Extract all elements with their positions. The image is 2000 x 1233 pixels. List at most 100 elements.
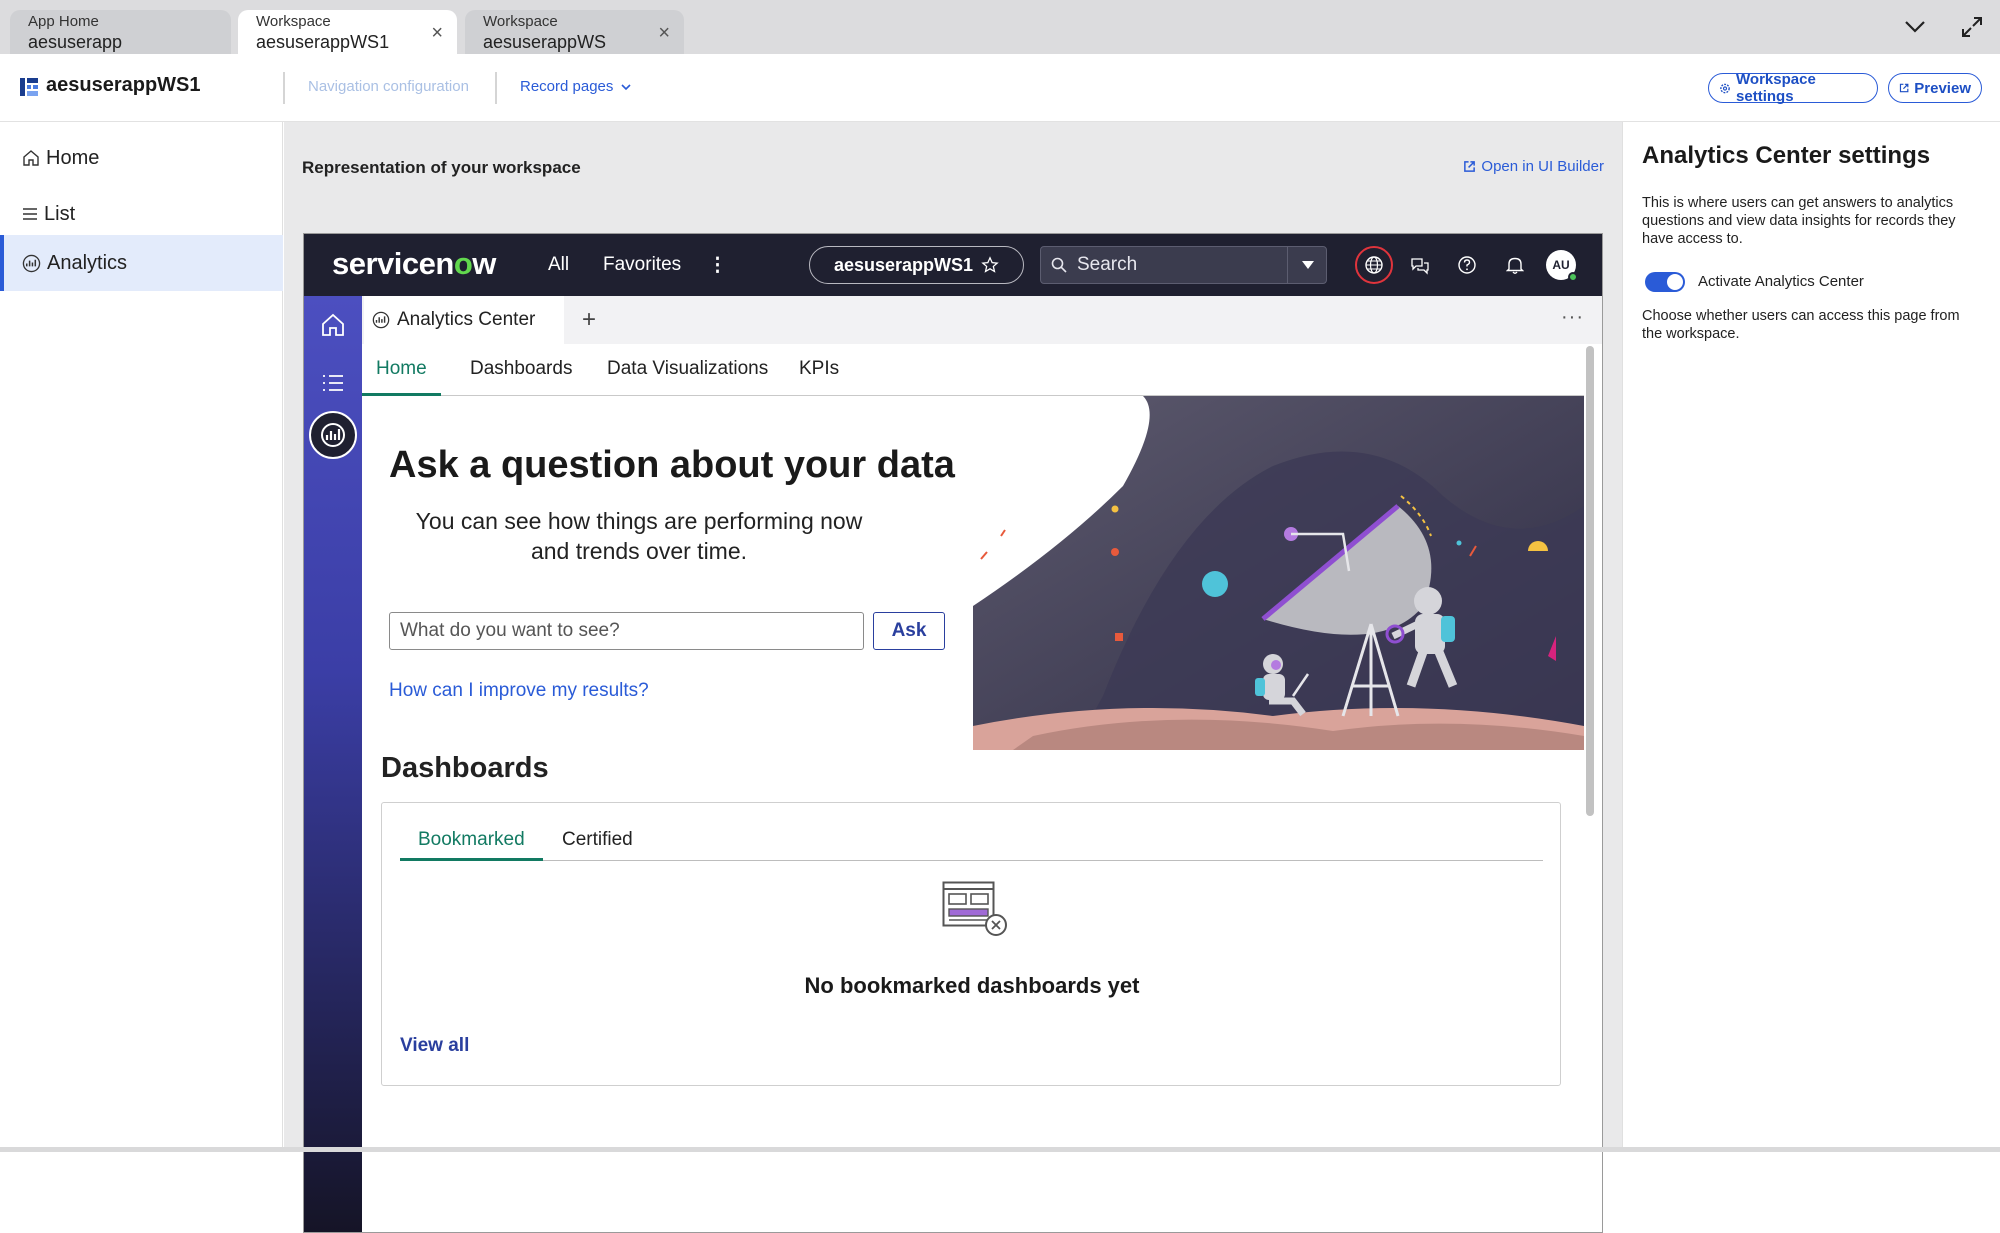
toggle-label: Activate Analytics Center xyxy=(1698,273,1864,290)
workspace-settings-button[interactable]: Workspace settings xyxy=(1708,71,1878,105)
avatar-initials: AU xyxy=(1552,258,1570,272)
record-pages-dropdown[interactable]: Record pages xyxy=(520,78,631,95)
settings-panel: Analytics Center settings This is where … xyxy=(1622,122,2000,1152)
open-in-ui-builder-link[interactable]: Open in UI Builder xyxy=(1463,158,1604,175)
tab-app-home[interactable]: App Home aesuserapp xyxy=(10,10,231,54)
dashboard-tabs: Bookmarked Certified xyxy=(400,803,1543,861)
toggle-help-text: Choose whether users can access this pag… xyxy=(1642,308,1960,342)
astronaut-telescope-illustration xyxy=(973,396,1584,750)
tab-analytics-center[interactable]: Analytics Center xyxy=(364,296,564,344)
record-pages-label: Record pages xyxy=(520,78,614,95)
analytics-subtabs: Home Dashboards Data Visualizations KPIs xyxy=(362,344,1584,396)
favorites-menu[interactable]: Favorites xyxy=(603,254,681,276)
sidebar-item-label: Analytics xyxy=(47,251,128,274)
external-link-icon xyxy=(1899,83,1909,93)
analytics-icon[interactable] xyxy=(309,411,357,459)
tab-workspace-ws[interactable]: Workspace aesuserappWS × xyxy=(465,10,684,54)
caret-down-icon xyxy=(1301,261,1314,269)
sidebar-item-analytics[interactable]: Analytics xyxy=(0,235,283,291)
avatar[interactable]: AU xyxy=(1546,250,1578,282)
tab-data-visualizations[interactable]: Data Visualizations xyxy=(607,358,768,396)
settings-description: This is where users can get answers to a… xyxy=(1642,195,1956,247)
workspace-representation-area: Representation of your workspace Open in… xyxy=(284,122,1622,1233)
app-header: aesuserappWS1 Navigation configuration R… xyxy=(0,54,2000,122)
tab-home[interactable]: Home xyxy=(362,358,441,396)
improve-results-link[interactable]: How can I improve my results? xyxy=(389,680,649,702)
tab-kpis[interactable]: KPIs xyxy=(799,358,839,396)
tab-more-icon[interactable]: ··· xyxy=(1561,306,1584,329)
left-navigation: Home List Analytics xyxy=(0,122,283,1152)
inner-tab-bar: Analytics Center + ··· xyxy=(362,296,1602,344)
divider xyxy=(495,72,497,104)
ask-button[interactable]: Ask xyxy=(873,612,945,650)
divider xyxy=(283,72,285,104)
bell-icon[interactable] xyxy=(1500,250,1530,280)
workspace-pill-label: aesuserappWS1 xyxy=(833,254,974,275)
star-icon[interactable] xyxy=(981,256,999,274)
ask-question-input[interactable]: What do you want to see? xyxy=(389,612,864,650)
ask-placeholder: What do you want to see? xyxy=(400,620,620,641)
tab-caption: App Home xyxy=(28,13,99,30)
chevron-down-icon xyxy=(621,83,631,90)
workspace-preview-frame: servicenow All Favorites ⋮ aesuserappWS1… xyxy=(303,233,1603,1233)
navigation-configuration-link[interactable]: Navigation configuration xyxy=(308,78,469,95)
browser-tab-strip: App Home aesuserapp Workspace aesuserapp… xyxy=(0,0,2000,54)
tab-caption: Workspace xyxy=(483,13,558,30)
toggle-knob xyxy=(1666,273,1684,291)
sidebar-item-list[interactable]: List xyxy=(0,186,283,242)
tab-name: aesuserappWS1 xyxy=(256,32,390,52)
search-input[interactable]: Search xyxy=(1040,246,1327,284)
preview-label: Preview xyxy=(1914,79,1971,97)
gear-icon xyxy=(1720,83,1730,93)
dashboards-card: Bookmarked Certified No bookmarked dashb… xyxy=(381,802,1561,1086)
activate-analytics-toggle[interactable] xyxy=(1645,272,1685,292)
hero-subtitle: You can see how things are performing no… xyxy=(415,508,863,564)
analytics-icon xyxy=(22,254,41,272)
dashboards-heading: Dashboards xyxy=(381,752,549,784)
bottom-border xyxy=(0,1147,2000,1152)
tab-dashboards[interactable]: Dashboards xyxy=(470,358,572,396)
tab-label: Analytics Center xyxy=(397,309,536,330)
scrollbar[interactable] xyxy=(1586,346,1594,816)
online-status-dot xyxy=(1568,272,1578,282)
external-link-icon xyxy=(1464,161,1476,172)
home-icon xyxy=(23,150,39,166)
more-menu-icon[interactable]: ⋮ xyxy=(708,254,727,277)
sidebar-item-label: Home xyxy=(46,146,100,169)
sidebar-item-label: List xyxy=(44,202,76,225)
home-icon[interactable] xyxy=(318,310,348,340)
chat-icon[interactable] xyxy=(1405,250,1435,280)
hero-title: Ask a question about your data xyxy=(389,444,955,486)
analytics-icon xyxy=(372,311,390,329)
tab-name: aesuserapp xyxy=(28,32,123,52)
app-title: aesuserappWS1 xyxy=(46,74,201,96)
view-all-link[interactable]: View all xyxy=(400,1035,469,1057)
globe-icon[interactable] xyxy=(1355,246,1393,284)
servicenow-logo: servicenow xyxy=(332,246,496,281)
list-icon[interactable] xyxy=(318,368,348,398)
servicenow-header: servicenow All Favorites ⋮ aesuserappWS1… xyxy=(304,234,1602,296)
open-in-ui-builder-label: Open in UI Builder xyxy=(1481,158,1604,175)
page-title: Representation of your workspace xyxy=(302,158,581,177)
expand-icon[interactable] xyxy=(1955,10,1989,44)
tab-workspace-ws1[interactable]: Workspace aesuserappWS1 × xyxy=(238,10,457,54)
settings-title: Analytics Center settings xyxy=(1642,142,1931,169)
search-scope-dropdown[interactable] xyxy=(1287,246,1327,284)
workspace-settings-label: Workspace settings xyxy=(1736,71,1816,105)
add-tab-icon[interactable]: + xyxy=(582,306,596,334)
help-icon[interactable] xyxy=(1452,250,1482,280)
chevron-down-icon[interactable] xyxy=(1898,10,1932,44)
empty-dashboard-icon xyxy=(942,881,1008,937)
tab-certified[interactable]: Certified xyxy=(562,829,633,861)
close-tab-icon[interactable]: × xyxy=(658,23,670,43)
workspace-side-rail xyxy=(304,296,362,1232)
sidebar-item-home[interactable]: Home xyxy=(0,130,283,186)
preview-button[interactable]: Preview xyxy=(1888,73,1982,103)
search-icon xyxy=(1051,257,1067,273)
workspace-pill[interactable]: aesuserappWS1 xyxy=(809,246,1024,284)
search-placeholder: Search xyxy=(1077,254,1138,275)
close-tab-icon[interactable]: × xyxy=(431,23,443,43)
tab-name: aesuserappWS xyxy=(483,32,607,52)
tab-bookmarked[interactable]: Bookmarked xyxy=(400,829,543,861)
all-menu[interactable]: All xyxy=(548,254,569,276)
